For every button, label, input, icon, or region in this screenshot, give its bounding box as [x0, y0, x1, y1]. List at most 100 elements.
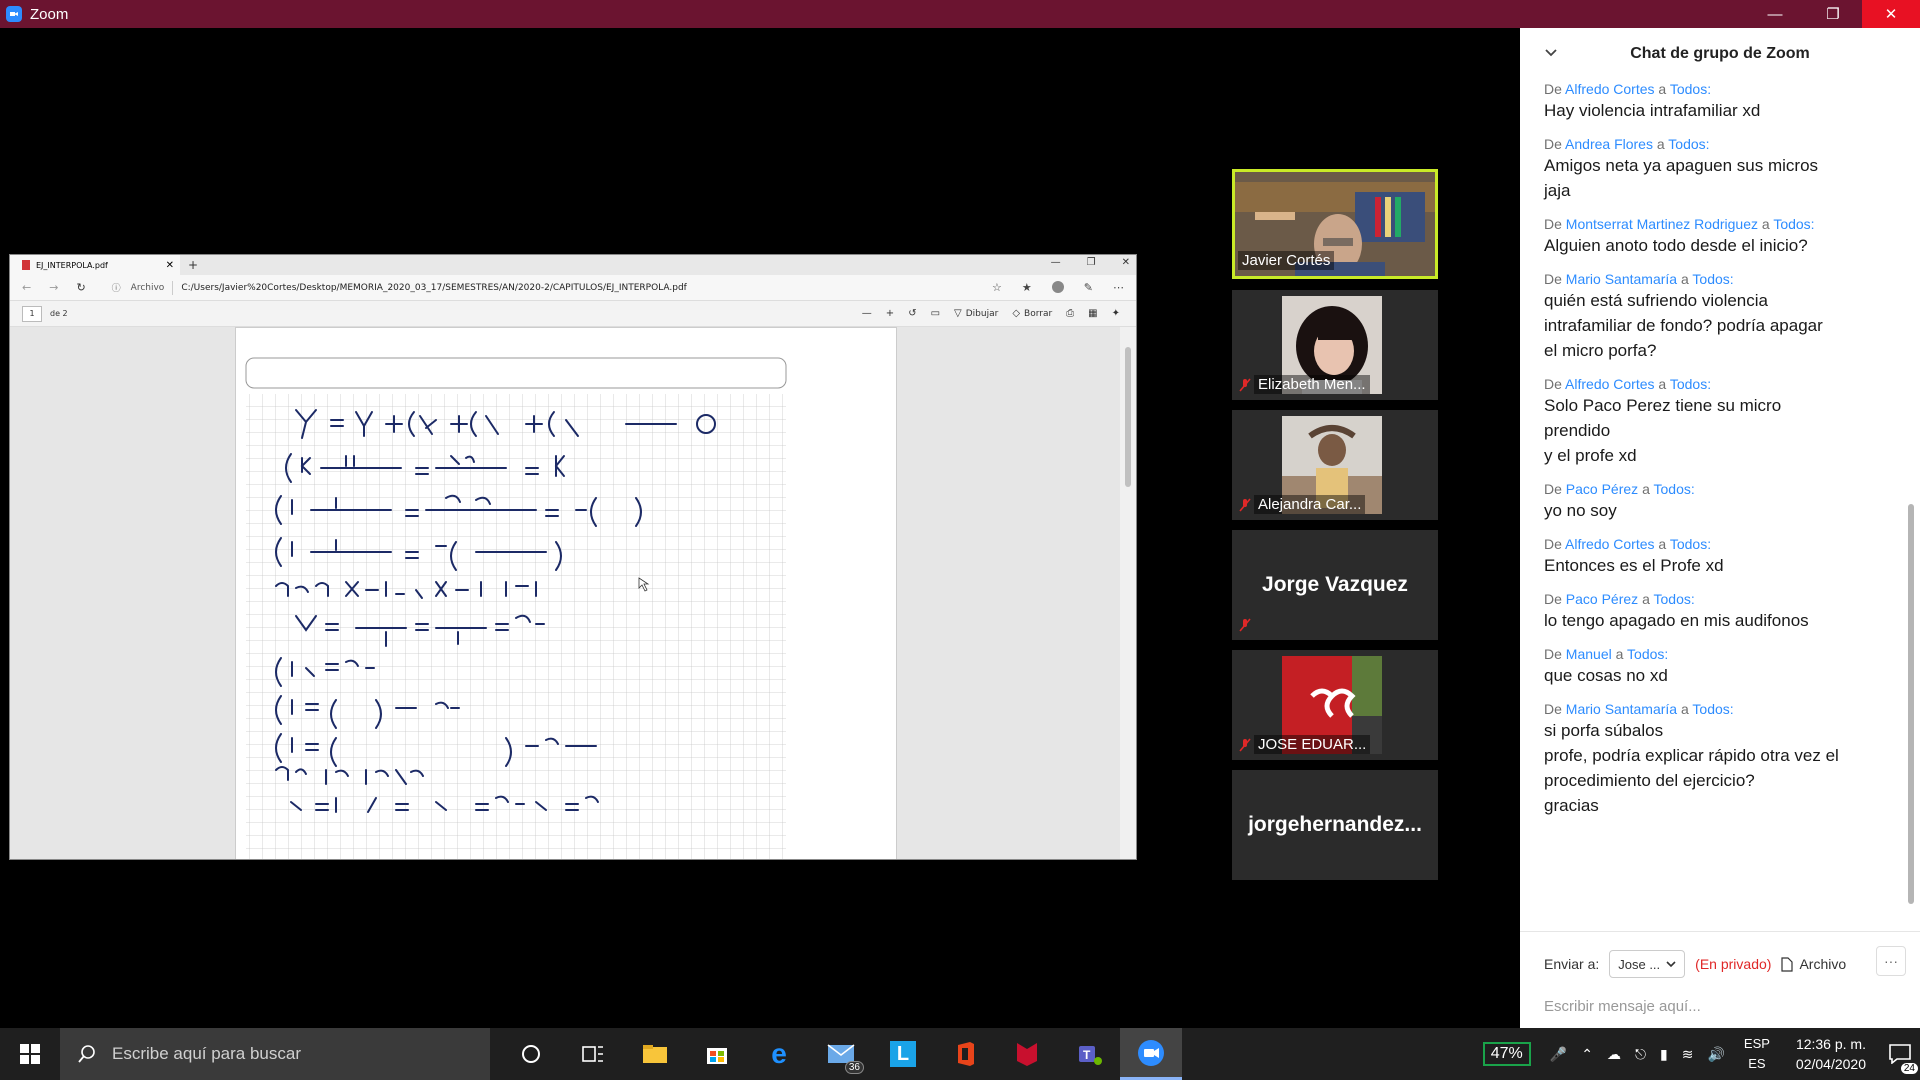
- clock[interactable]: 12:36 p. m. 02/04/2020: [1796, 1034, 1866, 1074]
- message-sender[interactable]: Andrea Flores: [1565, 136, 1653, 152]
- fit-page-icon[interactable]: ▭: [931, 308, 940, 319]
- message-recipient[interactable]: Todos:: [1692, 271, 1733, 287]
- message-recipient[interactable]: Todos:: [1654, 481, 1695, 497]
- url-field[interactable]: C:/Users/Javier%20Cortes/Desktop/MEMORIA…: [181, 283, 687, 293]
- page-number-input[interactable]: 1: [22, 305, 42, 322]
- pin-icon[interactable]: ✦: [1112, 308, 1120, 319]
- edge-icon[interactable]: e: [748, 1028, 810, 1080]
- message-text: procedimiento del ejercicio?: [1544, 771, 1755, 790]
- pdf-viewport[interactable]: [10, 327, 1120, 859]
- tab-close-icon[interactable]: ✕: [166, 260, 174, 271]
- volume-icon[interactable]: 🔊: [1707, 1046, 1724, 1063]
- feedback-icon[interactable]: ✎: [1084, 281, 1093, 294]
- chat-message: De Alfredo Cortes a Todos: Entonces es el…: [1544, 535, 1894, 578]
- teams-icon[interactable]: T: [1058, 1028, 1120, 1080]
- mail-icon[interactable]: 36: [810, 1028, 872, 1080]
- file-button[interactable]: Archivo: [1781, 956, 1846, 972]
- weather-icon[interactable]: ☁: [1607, 1046, 1621, 1063]
- close-button[interactable]: ✕: [1862, 0, 1920, 28]
- chat-input[interactable]: Escribir mensaje aquí...: [1544, 998, 1701, 1015]
- zoom-titlebar: Zoom — ❐ ✕: [0, 0, 1920, 28]
- browser-minimize-button[interactable]: —: [1051, 257, 1061, 268]
- handwritten-math-image: [245, 357, 787, 859]
- browser-close-button[interactable]: ✕: [1122, 257, 1130, 268]
- erase-button[interactable]: ◇ Borrar: [1012, 308, 1052, 319]
- l-app-icon[interactable]: L: [872, 1028, 934, 1080]
- save-icon[interactable]: ▦: [1088, 308, 1097, 319]
- from-word: De: [1544, 136, 1562, 152]
- new-tab-button[interactable]: +: [188, 258, 198, 272]
- message-recipient[interactable]: Todos:: [1692, 701, 1733, 717]
- favorite-star-icon[interactable]: ☆: [992, 281, 1002, 294]
- mic-icon[interactable]: 🎤: [1550, 1046, 1567, 1063]
- message-recipient[interactable]: Todos:: [1670, 376, 1711, 392]
- participant-tile[interactable]: Jorge Vazquez: [1232, 530, 1438, 640]
- message-recipient[interactable]: Todos:: [1670, 81, 1711, 97]
- notification-icon: [1889, 1044, 1911, 1064]
- message-sender[interactable]: Mario Santamaría: [1566, 701, 1677, 717]
- forward-icon[interactable]: →: [49, 281, 58, 294]
- message-sender[interactable]: Paco Pérez: [1566, 591, 1638, 607]
- notification-center-button[interactable]: 24: [1880, 1044, 1920, 1074]
- office-icon[interactable]: [934, 1028, 996, 1080]
- zoom-out-icon[interactable]: —: [862, 308, 872, 319]
- message-recipient[interactable]: Todos:: [1670, 536, 1711, 552]
- power-icon[interactable]: ▮: [1660, 1046, 1668, 1063]
- wifi-icon[interactable]: ≋: [1682, 1046, 1694, 1063]
- back-icon[interactable]: ←: [22, 281, 31, 294]
- browser-restore-button[interactable]: ❐: [1087, 257, 1096, 268]
- start-button[interactable]: [0, 1028, 60, 1080]
- store-icon[interactable]: [686, 1028, 748, 1080]
- message-recipient[interactable]: Todos:: [1627, 646, 1668, 662]
- message-sender[interactable]: Alfredo Cortes: [1565, 536, 1654, 552]
- message-text: si porfa súbalos: [1544, 721, 1664, 740]
- more-options-button[interactable]: ···: [1876, 946, 1906, 976]
- participant-tile[interactable]: Alejandra Car...: [1232, 410, 1438, 520]
- file-explorer-icon[interactable]: [624, 1028, 686, 1080]
- more-icon[interactable]: ⋯: [1113, 281, 1124, 294]
- message-sender[interactable]: Paco Pérez: [1566, 481, 1638, 497]
- draw-button[interactable]: ▽ Dibujar: [954, 308, 998, 319]
- battery-indicator[interactable]: 47%: [1482, 1042, 1531, 1066]
- minimize-button[interactable]: —: [1746, 0, 1804, 28]
- message-sender[interactable]: Manuel: [1566, 646, 1612, 662]
- restore-button[interactable]: ❐: [1804, 0, 1862, 28]
- message-recipient[interactable]: Todos:: [1654, 591, 1695, 607]
- print-icon[interactable]: ⎙: [1066, 308, 1074, 319]
- browser-tab[interactable]: EJ_INTERPOLA.pdf ✕: [10, 255, 180, 275]
- chat-scrollbar[interactable]: [1908, 504, 1914, 904]
- muted-mic-icon: [1239, 738, 1251, 752]
- participant-tile[interactable]: Javier Cortés: [1232, 169, 1438, 279]
- zoom-in-icon[interactable]: +: [886, 308, 894, 319]
- chat-message-list[interactable]: De Alfredo Cortes a Todos: Hay violencia …: [1544, 80, 1894, 830]
- favorites-icon[interactable]: ★: [1022, 281, 1032, 294]
- to-word: a: [1656, 136, 1665, 152]
- message-recipient[interactable]: Todos:: [1773, 216, 1814, 232]
- chevron-up-icon[interactable]: ⌃: [1581, 1046, 1593, 1063]
- chevron-down-icon[interactable]: [1544, 46, 1558, 60]
- zoom-taskbar-icon[interactable]: [1120, 1028, 1182, 1080]
- browser-window[interactable]: EJ_INTERPOLA.pdf ✕ + — ❐ ✕ ← → ↻ ⓘ Archi…: [9, 254, 1137, 860]
- task-view-icon[interactable]: [562, 1028, 624, 1080]
- participant-tile[interactable]: JOSE EDUAR...: [1232, 650, 1438, 760]
- message-sender[interactable]: Alfredo Cortes: [1565, 376, 1654, 392]
- language-indicator[interactable]: ESP ES: [1744, 1034, 1770, 1074]
- cortana-icon[interactable]: [500, 1028, 562, 1080]
- refresh-icon[interactable]: ↻: [76, 281, 85, 294]
- rotate-icon[interactable]: ↺: [908, 308, 916, 319]
- taskbar-search[interactable]: Escribe aquí para buscar: [60, 1028, 490, 1080]
- mcafee-icon[interactable]: [996, 1028, 1058, 1080]
- usb-icon[interactable]: ⎋: [1635, 1046, 1646, 1063]
- message-sender[interactable]: Mario Santamaría: [1566, 271, 1677, 287]
- message-recipient[interactable]: Todos:: [1668, 136, 1709, 152]
- svg-text:T: T: [1083, 1048, 1091, 1062]
- message-sender[interactable]: Montserrat Martinez Rodriguez: [1566, 216, 1758, 232]
- message-text: prendido: [1544, 421, 1611, 440]
- message-sender[interactable]: Alfredo Cortes: [1565, 81, 1654, 97]
- info-icon[interactable]: ⓘ: [112, 281, 121, 294]
- recipient-select[interactable]: Jose ...: [1609, 950, 1686, 978]
- profile-avatar[interactable]: [1051, 281, 1064, 293]
- participant-tile[interactable]: Elizabeth Men...: [1232, 290, 1438, 400]
- participant-tile[interactable]: jorgehernandez...: [1232, 770, 1438, 880]
- pdf-scrollbar[interactable]: [1120, 327, 1136, 859]
